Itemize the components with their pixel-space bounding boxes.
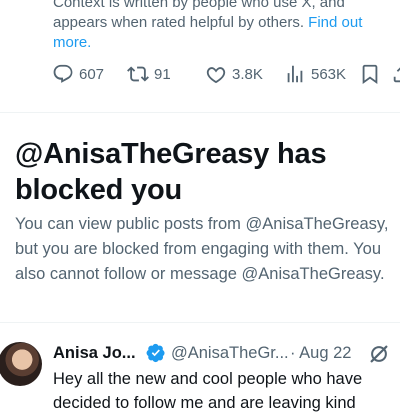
avatar[interactable] [0, 342, 42, 386]
tweet-text: Hey all the new and cool people who have… [53, 370, 363, 412]
community-note-context: Context is written by people who use X, … [53, 0, 398, 53]
divider [0, 322, 400, 323]
author-handle[interactable]: @AnisaTheGr... [171, 344, 289, 363]
grok-icon[interactable] [368, 343, 390, 365]
views-bar-chart-icon [287, 65, 303, 83]
bookmark-button[interactable] [359, 62, 381, 86]
reply-icon [53, 64, 73, 83]
bookmark-icon [362, 64, 378, 85]
share-button[interactable] [391, 62, 400, 86]
like-count: 3.8K [232, 65, 263, 83]
tweet-header: Anisa Jo... @AnisaTheGr... · Aug 22 [53, 341, 400, 365]
heart-icon [206, 67, 226, 84]
views-button[interactable]: 563K [284, 62, 346, 86]
views-count: 563K [311, 65, 347, 83]
divider [0, 112, 400, 113]
tweet-actions: 607 91 3.8K 563K [52, 62, 400, 86]
author-name[interactable]: Anisa Jo... [53, 344, 136, 363]
blocked-title: @AnisaTheGreasy has blocked you [15, 138, 327, 206]
verified-badge-icon[interactable] [146, 343, 166, 363]
repost-count: 91 [154, 65, 171, 83]
reply-count: 607 [79, 65, 105, 83]
repost-icon [127, 66, 149, 82]
context-text: Context is written by people who use X, … [53, 0, 345, 31]
reply-button[interactable]: 607 [52, 62, 104, 86]
like-button[interactable]: 3.8K [205, 62, 263, 86]
blocked-description: You can view public posts from @AnisaThe… [15, 215, 389, 283]
repost-button[interactable]: 91 [127, 62, 171, 86]
tweet-date[interactable]: · Aug 22 [290, 344, 351, 363]
share-icon [393, 67, 400, 83]
